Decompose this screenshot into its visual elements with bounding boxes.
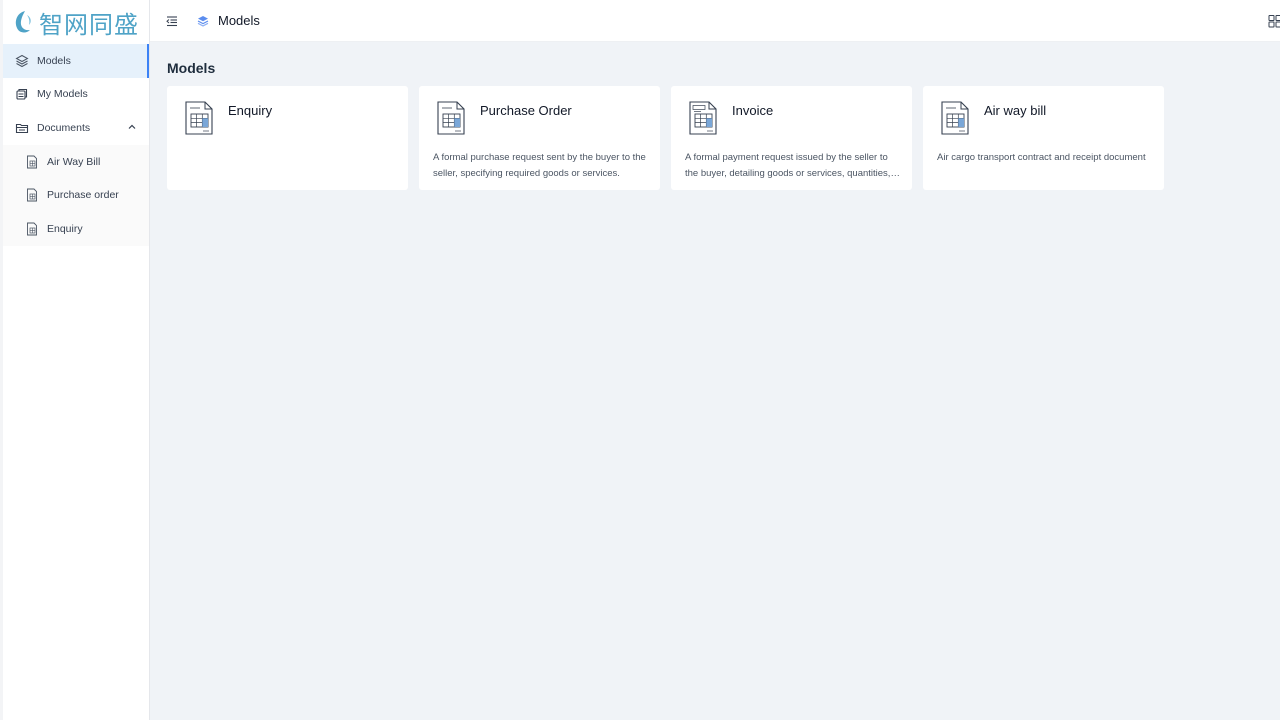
sidebar-item-documents[interactable]: Documents <box>3 111 149 145</box>
folder-icon <box>15 123 29 134</box>
sidebar: 智网同盛 Models My Models Documents Air Way … <box>0 0 150 720</box>
invoice-document-icon <box>689 101 717 135</box>
card-description: A formal payment request issued by the s… <box>685 152 891 179</box>
card-description: A formal purchase request sent by the bu… <box>433 152 646 179</box>
sidebar-item-label: Models <box>37 54 71 67</box>
logo-mark-icon <box>15 11 31 33</box>
sidebar-item-label: Enquiry <box>47 222 83 235</box>
sidebar-item-label: Purchase order <box>47 189 119 202</box>
sidebar-item-enquiry[interactable]: Enquiry <box>3 211 149 246</box>
card-title: Invoice <box>732 103 774 118</box>
chevron-up-icon[interactable] <box>127 122 137 132</box>
page-title: Models <box>167 60 216 76</box>
card-title: Purchase Order <box>480 103 572 118</box>
sidebar-item-label: Documents <box>37 121 91 134</box>
sidebar-item-my-models[interactable]: My Models <box>3 78 149 112</box>
menu-fold-icon[interactable] <box>165 14 179 28</box>
spreadsheet-document-icon <box>437 101 465 135</box>
breadcrumb: Models <box>218 13 260 28</box>
model-card-air-way-bill[interactable]: Air way bill Air cargo transport contrac… <box>923 86 1164 190</box>
document-icon <box>27 222 37 236</box>
spreadsheet-document-icon <box>941 101 969 135</box>
brand-name: 智网同盛 <box>39 10 139 39</box>
card-title: Air way bill <box>984 103 1047 118</box>
model-cards: Enquiry Purchase Order A formal purchase… <box>167 86 1280 190</box>
spreadsheet-document-icon <box>185 101 213 135</box>
model-card-purchase-order[interactable]: Purchase Order A formal purchase request… <box>419 86 660 190</box>
main-content: Models Enquiry Purchase Order A formal p… <box>167 56 1280 190</box>
stack-icon <box>16 89 28 100</box>
document-icon <box>27 188 37 202</box>
model-card-enquiry[interactable]: Enquiry <box>167 86 408 190</box>
card-title: Enquiry <box>228 103 273 118</box>
sidebar-item-label: Air Way Bill <box>47 155 101 168</box>
layers-icon <box>197 15 209 27</box>
sidebar-item-purchase-order[interactable]: Purchase order <box>3 178 149 212</box>
document-icon <box>27 155 37 169</box>
top-bar: Models <box>150 0 1280 42</box>
model-card-invoice[interactable]: Invoice A formal payment request issued … <box>671 86 912 190</box>
apps-grid-icon[interactable] <box>1268 14 1280 28</box>
layers-icon <box>15 54 29 67</box>
card-description: Air cargo transport contract and receipt… <box>937 152 1146 163</box>
logo[interactable]: 智网同盛 <box>3 0 149 44</box>
sidebar-item-air-way-bill[interactable]: Air Way Bill <box>3 144 149 179</box>
sidebar-item-label: My Models <box>37 88 88 101</box>
sidebar-item-models[interactable]: Models <box>3 44 149 78</box>
